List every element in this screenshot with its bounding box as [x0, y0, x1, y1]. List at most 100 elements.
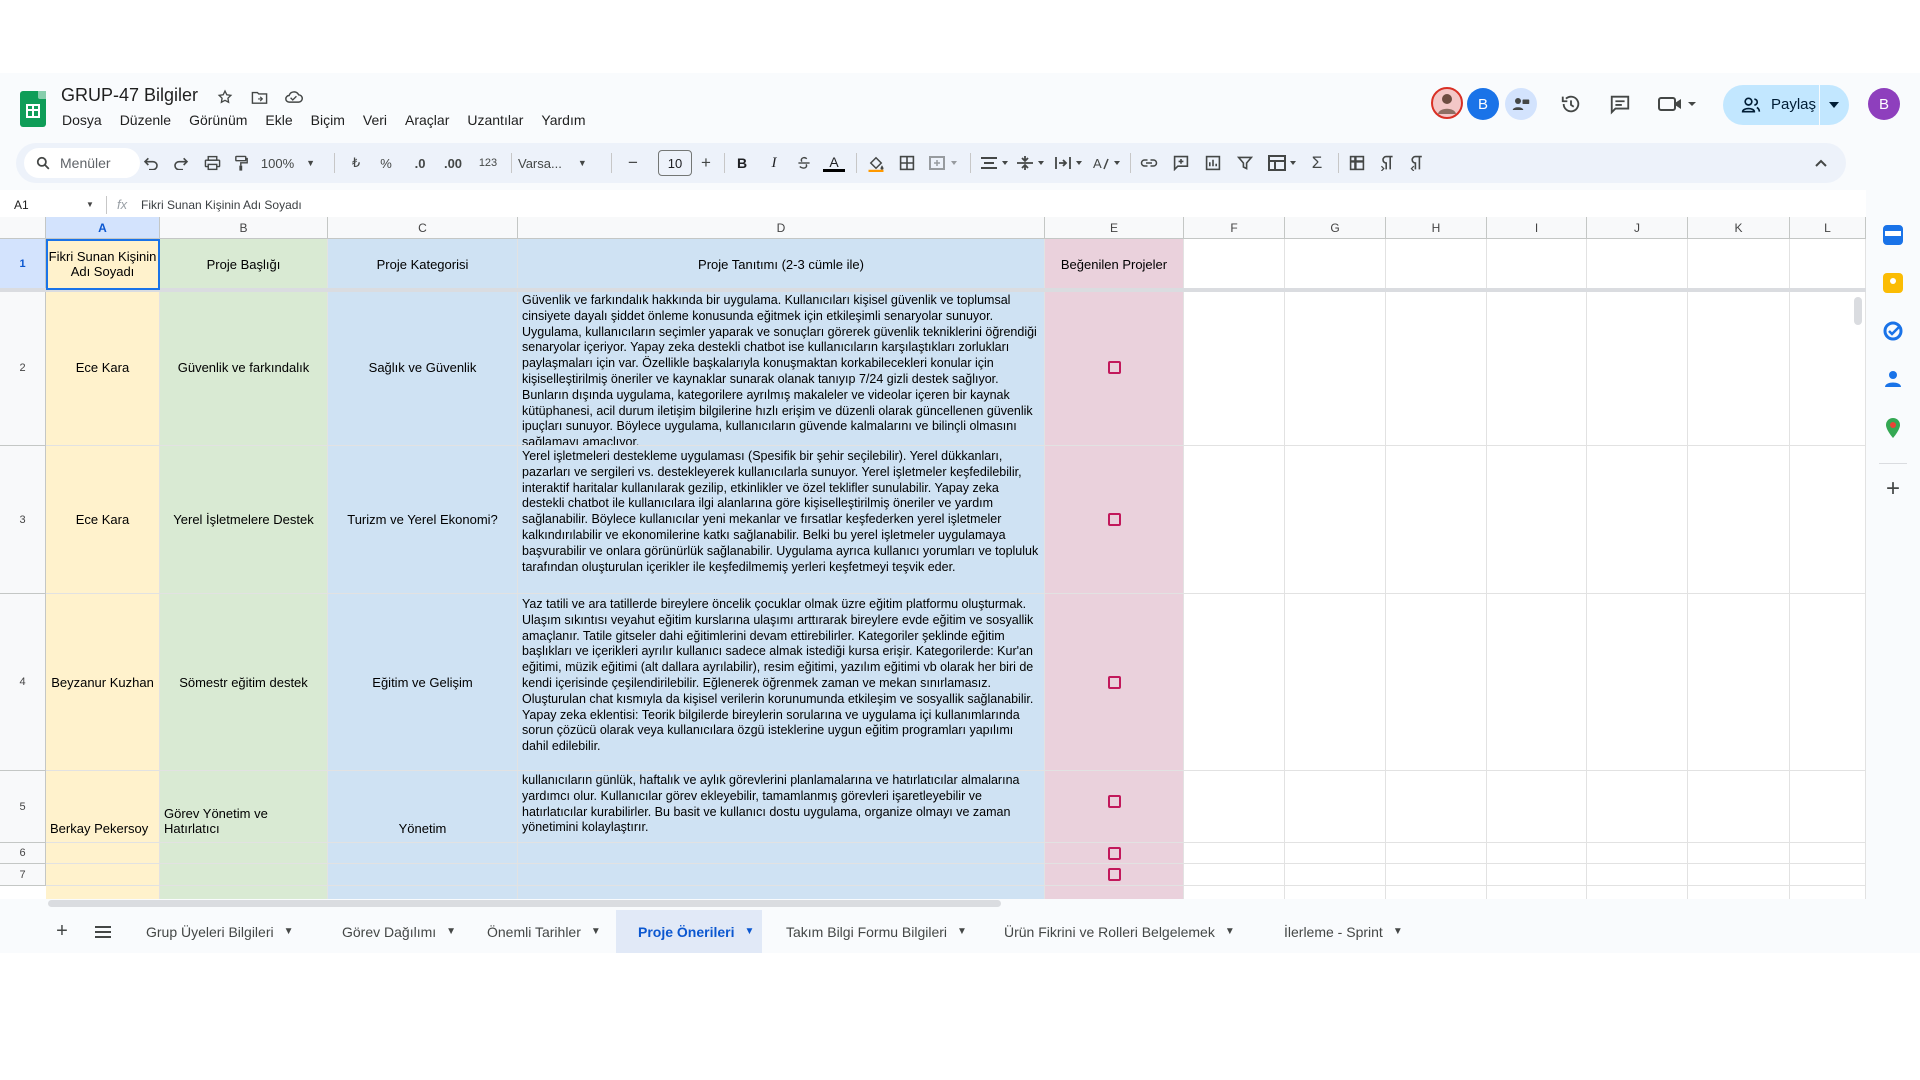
select-all-corner[interactable]: [0, 217, 46, 239]
empty-cell[interactable]: [46, 864, 160, 886]
maps-icon[interactable]: [1883, 417, 1903, 438]
title-cell[interactable]: Güvenlik ve farkındalık: [160, 290, 328, 446]
column-header[interactable]: C: [328, 217, 518, 239]
name-cell[interactable]: Ece Kara: [46, 290, 160, 446]
decrease-decimal-button[interactable]: .0: [409, 153, 431, 173]
header-cell-e[interactable]: Beğenilen Projeler: [1045, 239, 1184, 290]
description-cell[interactable]: Yerel işletmeleri destekleme uygulaması …: [518, 446, 1045, 594]
horizontal-align-icon[interactable]: [978, 153, 1012, 173]
empty-cell[interactable]: [160, 886, 328, 899]
column-header[interactable]: H: [1386, 217, 1487, 239]
collaborator-photo-avatar[interactable]: [1431, 87, 1463, 119]
empty-cell[interactable]: [328, 864, 518, 886]
empty-cell[interactable]: [1688, 446, 1790, 594]
empty-cell[interactable]: [518, 843, 1045, 864]
currency-format-button[interactable]: ₺: [346, 153, 366, 173]
title-cell[interactable]: Yerel İşletmelere Destek: [160, 446, 328, 594]
move-folder-icon[interactable]: [249, 87, 269, 107]
chevron-down-icon[interactable]: ▼: [1393, 926, 1403, 937]
insert-link-icon[interactable]: [1138, 153, 1160, 173]
functions-button[interactable]: Σ: [1306, 153, 1328, 173]
collaborator-avatar[interactable]: B: [1467, 88, 1499, 120]
share-options-chevron-icon[interactable]: [1829, 102, 1839, 108]
empty-cell[interactable]: [1184, 843, 1285, 864]
paint-format-icon[interactable]: [230, 153, 252, 173]
sheet-tab[interactable]: Proje Önerileri ▼: [616, 910, 762, 953]
menu-5[interactable]: Veri: [363, 112, 396, 128]
filter-icon[interactable]: [1234, 153, 1256, 173]
empty-cell[interactable]: [1045, 886, 1184, 899]
vertical-scrollbar[interactable]: [1854, 297, 1862, 325]
share-button[interactable]: Paylaş: [1723, 85, 1849, 125]
liked-checkbox[interactable]: [1107, 675, 1121, 689]
font-size-input[interactable]: 10: [658, 150, 692, 176]
menu-search[interactable]: Menüler: [24, 148, 140, 178]
empty-cell[interactable]: [1184, 290, 1285, 446]
empty-cell[interactable]: [1285, 864, 1386, 886]
empty-cell[interactable]: [1688, 594, 1790, 771]
description-cell[interactable]: Güvenlik ve farkındalık hakkında bir uyg…: [518, 290, 1045, 446]
menu-0[interactable]: Dosya: [62, 112, 111, 128]
menu-1[interactable]: Düzenle: [120, 112, 180, 128]
empty-cell[interactable]: [1487, 239, 1587, 290]
text-wrapping-icon[interactable]: [1052, 153, 1086, 173]
empty-cell[interactable]: [1487, 446, 1587, 594]
column-header[interactable]: D: [518, 217, 1045, 239]
increase-font-size-button[interactable]: +: [696, 153, 716, 173]
name-box[interactable]: A1: [14, 198, 29, 212]
empty-cell[interactable]: [1045, 843, 1184, 864]
title-cell[interactable]: Sömestr eğitim destek: [160, 594, 328, 771]
category-cell[interactable]: Turizm ve Yerel Ekonomi?: [328, 446, 518, 594]
calendar-icon[interactable]: [1883, 225, 1903, 245]
chevron-down-icon[interactable]: ▼: [591, 926, 601, 937]
decrease-font-size-button[interactable]: −: [623, 153, 643, 173]
empty-cell[interactable]: [1790, 446, 1866, 594]
column-header[interactable]: J: [1587, 217, 1688, 239]
meet-presence-icon[interactable]: [1505, 88, 1537, 120]
category-cell[interactable]: Sağlık ve Güvenlik: [328, 290, 518, 446]
row-header[interactable]: 6: [0, 843, 46, 864]
menu-4[interactable]: Biçim: [311, 112, 354, 128]
empty-cell[interactable]: [1285, 290, 1386, 446]
keep-icon[interactable]: [1883, 273, 1903, 293]
title-cell[interactable]: Görev Yönetim ve Hatırlatıcı: [160, 771, 328, 843]
merge-cells-icon[interactable]: [926, 153, 962, 173]
tasks-icon[interactable]: [1883, 321, 1903, 341]
collapse-toolbar-chevron-icon[interactable]: [1810, 153, 1832, 173]
header-cell-c[interactable]: Proje Kategorisi: [328, 239, 518, 290]
sheet-tab[interactable]: Önemli Tarihler ▼: [465, 910, 609, 953]
sheet-tab[interactable]: Takım Bilgi Formu Bilgileri ▼: [764, 910, 975, 953]
menu-7[interactable]: Uzantılar: [467, 112, 532, 128]
row-header[interactable]: 5: [0, 771, 46, 843]
menu-3[interactable]: Ekle: [265, 112, 301, 128]
star-icon[interactable]: [215, 87, 235, 107]
empty-cell[interactable]: [1184, 886, 1285, 899]
empty-cell[interactable]: [160, 864, 328, 886]
empty-cell[interactable]: [1587, 594, 1688, 771]
empty-cell[interactable]: [1045, 864, 1184, 886]
insert-chart-icon[interactable]: [1202, 153, 1224, 173]
header-cell-b[interactable]: Proje Başlığı: [160, 239, 328, 290]
column-header[interactable]: G: [1285, 217, 1386, 239]
strikethrough-icon[interactable]: [793, 153, 815, 173]
column-header[interactable]: B: [160, 217, 328, 239]
fill-color-icon[interactable]: [864, 153, 888, 173]
empty-cell[interactable]: [1790, 886, 1866, 899]
name-cell[interactable]: Ece Kara: [46, 446, 160, 594]
column-header[interactable]: A: [46, 217, 160, 239]
chevron-down-icon[interactable]: ▼: [284, 926, 294, 937]
empty-cell[interactable]: [1487, 594, 1587, 771]
empty-cell[interactable]: [1285, 446, 1386, 594]
row-header[interactable]: 4: [0, 594, 46, 771]
chevron-down-icon[interactable]: ▼: [744, 926, 754, 937]
empty-cell[interactable]: [1487, 290, 1587, 446]
version-history-icon[interactable]: [1555, 88, 1587, 120]
empty-cell[interactable]: [1184, 594, 1285, 771]
empty-cell[interactable]: [46, 886, 160, 899]
row-header[interactable]: 2: [0, 290, 46, 446]
text-color-icon[interactable]: A: [822, 153, 846, 173]
empty-cell[interactable]: [1688, 864, 1790, 886]
liked-checkbox[interactable]: [1107, 795, 1121, 808]
empty-cell[interactable]: [518, 864, 1045, 886]
sheet-tab[interactable]: Ürün Fikrini ve Rolleri Belgelemek ▼: [982, 910, 1255, 953]
